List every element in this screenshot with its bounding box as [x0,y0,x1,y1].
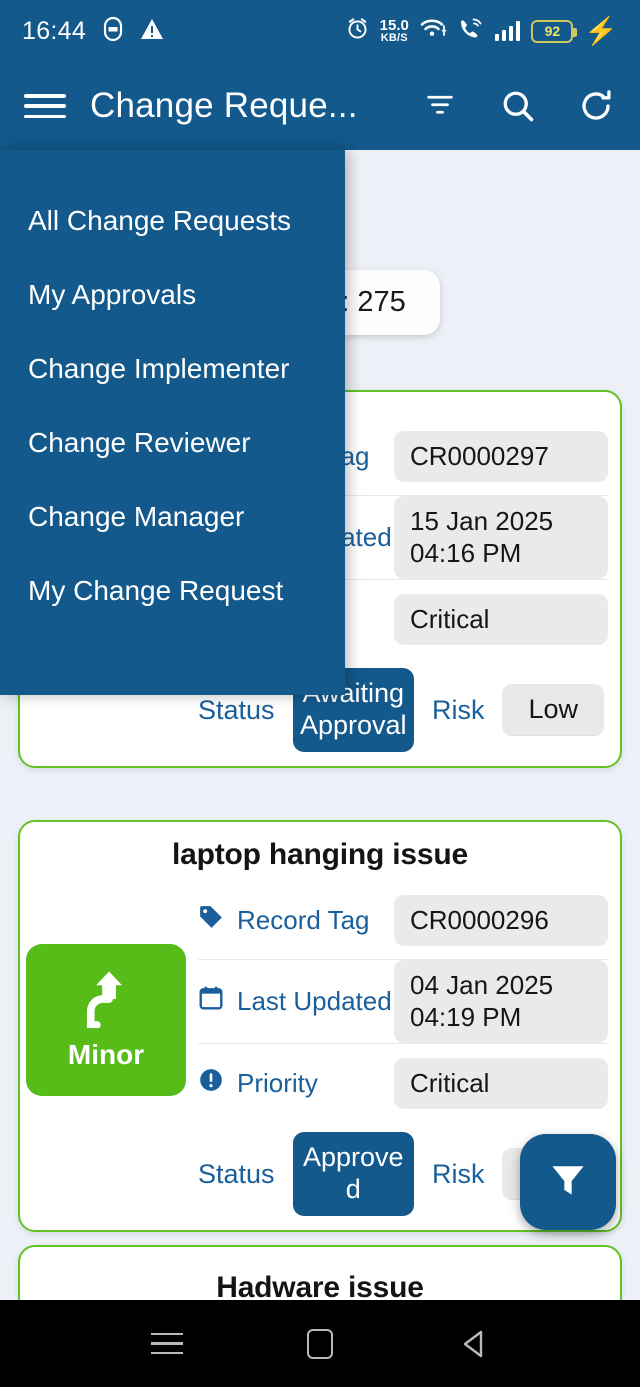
exclamation-circle-icon [198,1067,224,1100]
alarm-clock-icon [346,17,369,45]
recents-icon[interactable] [138,1321,196,1367]
last-updated-row: Last Updated 04 Jan 2025 04:19 PM [198,960,608,1045]
record-tag-value: CR0000297 [394,430,608,483]
app-bar: Change Reque... [0,62,640,150]
app-bar-actions [420,86,616,126]
risk-value: Low [502,684,604,737]
status-bar-clock: 16:44 [22,16,87,45]
network-speed-value: 15.0 [379,17,409,34]
card-field-rows: Record Tag CR0000296 Last Updated 04 Jan… [198,882,620,1122]
drawer-item-my-change-request[interactable]: My Change Request [0,554,345,628]
last-updated-label-group: Last Updated [198,985,394,1018]
network-speed-indicator: 15.0 KB/S [380,18,409,44]
last-updated-value: 15 Jan 2025 04:16 PM [394,496,608,580]
drawer-item-all-change-requests[interactable]: All Change Requests [0,184,345,258]
priority-label: Priority [237,1067,318,1098]
drawer-item-change-implementer[interactable]: Change Implementer [0,332,345,406]
filter-fab-button[interactable] [520,1134,616,1230]
arrow-up-curved-icon [80,970,132,1033]
battery-percent-label: 92 [544,23,561,39]
wifi-icon [420,17,447,45]
navigation-drawer: All Change Requests My Approvals Change … [0,150,345,695]
drawer-item-change-manager[interactable]: Change Manager [0,480,345,554]
call-wifi-icon [458,17,484,46]
drawer-item-my-approvals[interactable]: My Approvals [0,258,345,332]
severity-badge: Minor [26,944,186,1096]
priority-value: Critical [394,593,608,646]
back-triangle-icon[interactable] [444,1321,502,1367]
last-updated-value: 04 Jan 2025 04:19 PM [394,960,608,1044]
record-tag-label-group: Record Tag [198,904,394,937]
calendar-icon [198,985,224,1018]
charging-bolt-icon: ⚡ [584,15,618,46]
refresh-icon[interactable] [576,86,616,126]
priority-row: Priority Critical [198,1044,608,1122]
record-tag-value: CR0000296 [394,894,608,947]
system-status-bar: 16:44 15.0 KB/S 92 ⚡ [0,0,640,62]
hamburger-menu-icon[interactable] [24,90,66,122]
page-title: Change Reque... [90,86,358,125]
tag-icon [198,904,224,937]
app-screen: 16:44 15.0 KB/S 92 ⚡ Change Reque... 275… [0,0,640,1387]
status-label: Status [198,694,275,725]
status-bar-right: 15.0 KB/S 92 ⚡ [346,17,618,46]
last-updated-label: Last Updated [237,986,392,1017]
warning-triangle-icon [140,17,164,46]
status-badge[interactable]: Approved [292,1132,414,1217]
status-label: Status [198,1158,275,1189]
record-tag-label: Record Tag [237,905,370,935]
severity-label: Minor [67,1038,145,1070]
risk-label: Risk [431,694,485,725]
filter-list-icon[interactable] [420,86,460,126]
search-icon[interactable] [498,86,538,126]
priority-label-group: Priority [198,1067,394,1100]
battery-indicator: 92 [531,19,578,43]
card-title: laptop hanging issue [171,838,468,871]
status-bar-left: 16:44 [22,16,164,47]
system-navigation-bar [0,1300,640,1387]
risk-label: Risk [431,1158,485,1189]
drawer-item-change-reviewer[interactable]: Change Reviewer [0,406,345,480]
record-tag-row: Record Tag CR0000296 [198,882,608,960]
priority-value: Critical [394,1057,608,1110]
home-square-icon[interactable] [291,1321,349,1367]
usb-debug-icon [102,16,124,47]
network-speed-unit: KB/S [380,32,408,44]
filter-funnel-icon [546,1158,590,1207]
signal-bars-icon [494,21,521,41]
